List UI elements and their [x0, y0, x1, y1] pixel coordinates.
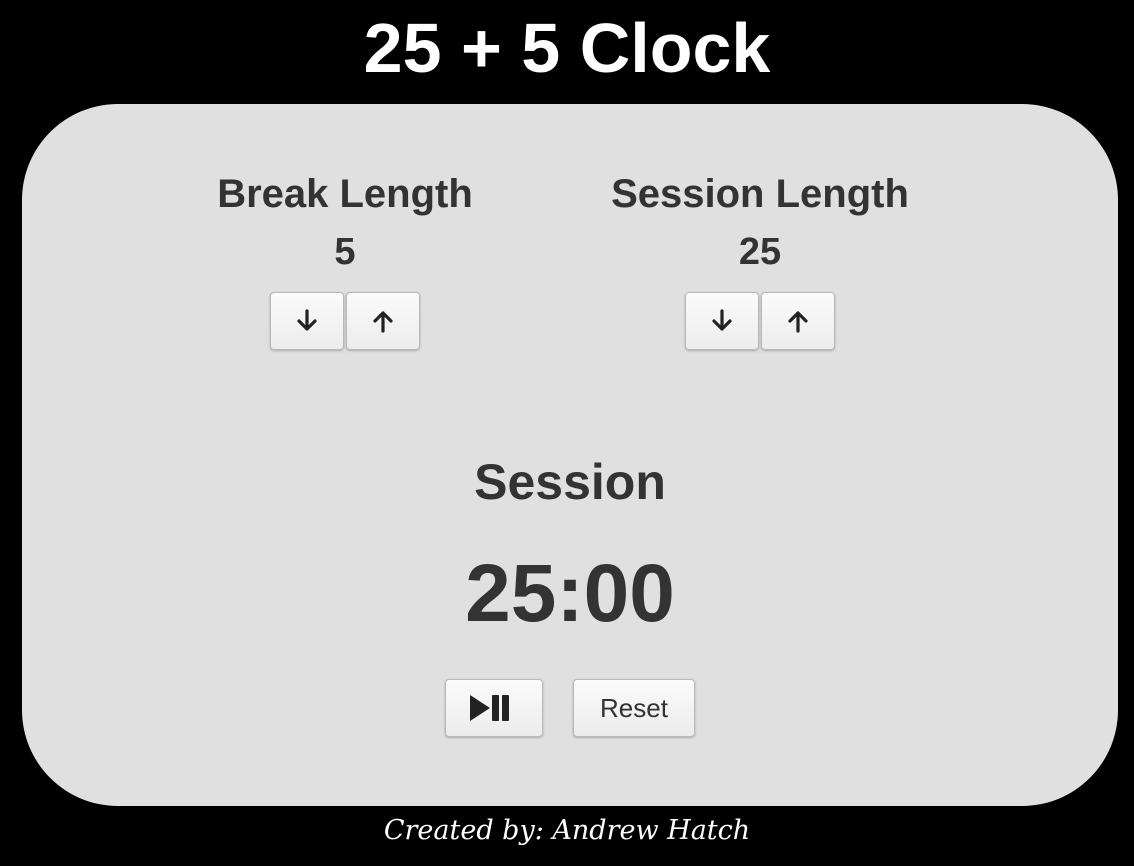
- break-decrement-button[interactable]: [270, 292, 344, 350]
- session-button-row: [580, 292, 940, 350]
- session-decrement-button[interactable]: [685, 292, 759, 350]
- clock-panel: Break Length 5 Session Length 25 Session…: [22, 104, 1118, 806]
- break-increment-button[interactable]: [346, 292, 420, 350]
- footer-credit: Created by: Andrew Hatch: [383, 815, 751, 846]
- start-stop-button[interactable]: [445, 679, 543, 737]
- session-increment-button[interactable]: [761, 292, 835, 350]
- timer-label: Session: [474, 454, 666, 510]
- timer-controls: Reset: [22, 679, 1118, 737]
- break-length-label: Break Length: [217, 172, 473, 216]
- arrow-up-icon: [373, 311, 393, 333]
- session-length-control: Session Length 25: [580, 170, 940, 350]
- arrow-down-icon: [712, 309, 732, 331]
- page: 25 + 5 Clock Break Length 5 Session Leng…: [0, 0, 1134, 866]
- break-length-value: 5: [334, 231, 356, 273]
- time-left: 25:00: [465, 548, 675, 639]
- session-length-label: Session Length: [611, 172, 909, 216]
- break-length-control: Break Length 5: [165, 170, 525, 350]
- session-length-value: 25: [738, 231, 782, 273]
- break-button-row: [165, 292, 525, 350]
- arrow-down-icon: [297, 309, 317, 331]
- play-pause-icon: [470, 695, 509, 721]
- arrow-up-icon: [788, 311, 808, 333]
- app-title: 25 + 5 Clock: [363, 9, 771, 87]
- reset-button[interactable]: Reset: [573, 679, 695, 737]
